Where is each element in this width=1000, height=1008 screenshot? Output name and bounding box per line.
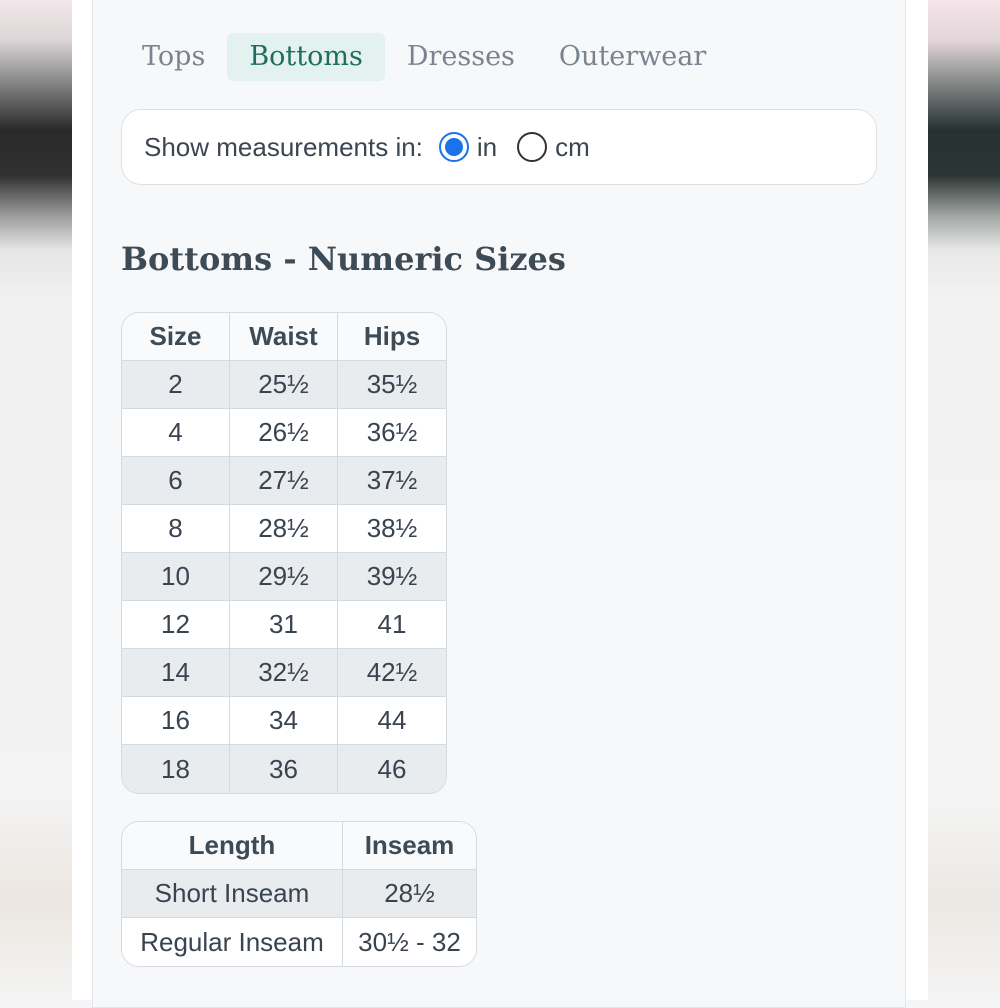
tab-outerwear[interactable]: Outerwear: [537, 33, 728, 81]
table-header-row: Size Waist Hips: [122, 313, 446, 361]
radio-checked-icon[interactable]: [438, 132, 469, 162]
table-row: Short Inseam 28½: [122, 870, 476, 918]
table-row: 4 26½ 36½: [122, 409, 446, 457]
category-tabs: Tops Bottoms Dresses Outerwear: [120, 33, 728, 81]
column-header-hips: Hips: [338, 313, 446, 361]
cell-size: 2: [122, 361, 230, 409]
cell-size: 18: [122, 745, 230, 793]
cell-hips: 39½: [338, 553, 446, 601]
cell-hips: 41: [338, 601, 446, 649]
column-header-size: Size: [122, 313, 230, 361]
cell-waist: 25½: [230, 361, 338, 409]
table-row: 16 34 44: [122, 697, 446, 745]
column-header-waist: Waist: [230, 313, 338, 361]
table-row: 2 25½ 35½: [122, 361, 446, 409]
cell-waist: 36: [230, 745, 338, 793]
cell-hips: 44: [338, 697, 446, 745]
cell-hips: 46: [338, 745, 446, 793]
table-row: Regular Inseam 30½ - 32: [122, 918, 476, 966]
cell-hips: 35½: [338, 361, 446, 409]
section-title: Bottoms - Numeric Sizes: [121, 240, 566, 278]
unit-option-cm[interactable]: cm: [517, 132, 590, 163]
table-row: 18 36 46: [122, 745, 446, 793]
inseam-table: Length Inseam Short Inseam 28½ Regular I…: [121, 821, 477, 967]
cell-waist: 31: [230, 601, 338, 649]
background-right: [928, 0, 1000, 1000]
tab-tops[interactable]: Tops: [120, 33, 227, 81]
cell-size: 10: [122, 553, 230, 601]
cell-size: 4: [122, 409, 230, 457]
cell-waist: 26½: [230, 409, 338, 457]
cell-waist: 28½: [230, 505, 338, 553]
column-header-inseam: Inseam: [343, 822, 476, 870]
cell-length: Short Inseam: [122, 870, 343, 918]
table-row: 8 28½ 38½: [122, 505, 446, 553]
cell-inseam: 30½ - 32: [343, 918, 476, 966]
table-row: 10 29½ 39½: [122, 553, 446, 601]
unit-label: Show measurements in:: [144, 131, 423, 162]
cell-size: 6: [122, 457, 230, 505]
table-row: 6 27½ 37½: [122, 457, 446, 505]
table-row: 14 32½ 42½: [122, 649, 446, 697]
cell-hips: 36½: [338, 409, 446, 457]
cell-size: 12: [122, 601, 230, 649]
cell-inseam: 28½: [343, 870, 476, 918]
table-row: 12 31 41: [122, 601, 446, 649]
tab-dresses[interactable]: Dresses: [385, 33, 537, 81]
cell-size: 16: [122, 697, 230, 745]
unit-option-in-label: in: [476, 131, 498, 162]
cell-waist: 29½: [230, 553, 338, 601]
cell-size: 8: [122, 505, 230, 553]
cell-hips: 38½: [338, 505, 446, 553]
cell-length: Regular Inseam: [122, 918, 343, 966]
cell-waist: 34: [230, 697, 338, 745]
unit-option-cm-label: cm: [555, 131, 590, 162]
unit-option-in[interactable]: in: [438, 131, 498, 163]
cell-waist: 32½: [230, 649, 338, 697]
size-table: Size Waist Hips 2 25½ 35½ 4 26½ 36½ 6 27…: [121, 312, 447, 794]
cell-hips: 42½: [338, 649, 446, 697]
table-header-row: Length Inseam: [122, 822, 476, 870]
background-left: [0, 0, 72, 1000]
cell-size: 14: [122, 649, 230, 697]
tab-bottoms[interactable]: Bottoms: [227, 33, 385, 81]
column-header-length: Length: [122, 822, 343, 870]
cell-waist: 27½: [230, 457, 338, 505]
cell-hips: 37½: [338, 457, 446, 505]
radio-unchecked-icon[interactable]: [517, 132, 548, 162]
unit-selector: Show measurements in: in cm: [121, 109, 877, 185]
